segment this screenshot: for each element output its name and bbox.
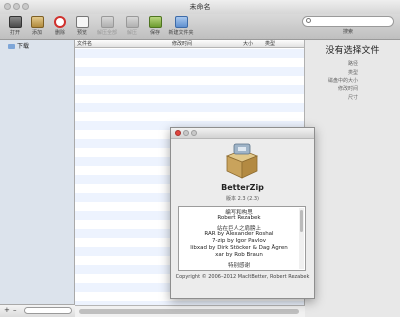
column-kind[interactable]: 类型 xyxy=(265,40,275,47)
info-label-kind: 类型 xyxy=(347,70,358,76)
toolbar: 打开 添加 删除 预览 解压全部 解压 保存 新建文件夹 搜索 xyxy=(0,14,400,40)
about-app-name: BetterZip xyxy=(221,183,264,192)
extract-button[interactable]: 解压 xyxy=(120,16,144,38)
betterzip-logo-icon xyxy=(225,143,259,179)
sidebar-item-label: 下载 xyxy=(17,43,30,50)
new-folder-button[interactable]: 新建文件夹 xyxy=(166,16,196,38)
info-label-modified: 修改时间 xyxy=(337,86,358,92)
info-title: 没有选择文件 xyxy=(325,46,380,56)
filter-field[interactable] xyxy=(24,307,72,314)
credits-line: RAR by Alexander Roshal xyxy=(204,231,274,237)
horizontal-scrollbar[interactable] xyxy=(75,305,305,317)
credits-line: 7-zip by Igor Pavlov xyxy=(212,238,266,244)
delete-button[interactable]: 删除 xyxy=(48,16,72,38)
info-label-path: 路径 xyxy=(347,61,358,67)
info-panel: 没有选择文件 路径 类型 磁盘中的大小 修改时间 尺寸 xyxy=(305,40,400,317)
about-minimize-button[interactable] xyxy=(183,130,189,136)
open-button[interactable]: 打开 xyxy=(3,16,27,38)
credits-line: libxad by Dirk Stöcker & Dag Ågren xyxy=(190,245,288,251)
preview-button[interactable]: 预览 xyxy=(70,16,94,38)
open-label: 打开 xyxy=(9,30,20,36)
credits-scrollbar[interactable] xyxy=(299,208,304,269)
window-title: 未命名 xyxy=(189,3,211,11)
add-button[interactable]: 添加 xyxy=(25,16,49,38)
preview-icon xyxy=(75,16,89,28)
about-copyright: Copyright © 2006–2012 MacItBetter, Rober… xyxy=(175,274,310,280)
credits-scroll-thumb[interactable] xyxy=(300,210,303,232)
info-label-disk-size: 磁盘中的大小 xyxy=(327,78,358,84)
main-window: 未命名 打开 添加 删除 预览 解压全部 解压 保存 新建文件夹 搜索 下载 +… xyxy=(0,0,400,317)
search-icon xyxy=(306,18,311,23)
open-icon xyxy=(8,16,22,28)
sidebar-footer: + – xyxy=(0,304,75,317)
scroll-thumb[interactable] xyxy=(79,309,299,314)
sidebar: 下载 + – xyxy=(0,40,75,317)
title-bar: 未命名 xyxy=(0,0,400,15)
sidebar-item-downloads[interactable]: 下载 xyxy=(8,41,29,50)
extract-all-label: 解压全部 xyxy=(96,30,117,36)
add-label: 添加 xyxy=(31,30,42,36)
credits-heading: 特别感谢 xyxy=(227,263,250,269)
extract-all-button[interactable]: 解压全部 xyxy=(95,16,119,38)
about-title-bar xyxy=(171,128,314,139)
about-version: 版本 2.3 (2.3) xyxy=(226,196,259,202)
extract-icon xyxy=(125,16,139,28)
new-folder-icon xyxy=(174,16,188,28)
column-size[interactable]: 大小 xyxy=(243,40,253,47)
delete-icon xyxy=(54,16,66,28)
about-close-button[interactable] xyxy=(175,130,181,136)
credits-line: xar by Rob Braun xyxy=(215,252,263,258)
add-location-button[interactable]: + xyxy=(4,306,10,314)
preview-label: 预览 xyxy=(76,30,87,36)
search-label: 搜索 xyxy=(342,29,353,35)
credits-box[interactable]: 编写和构思 Robert Rezabek 站在巨人之肩膀上 RAR by Ale… xyxy=(178,206,306,271)
remove-location-button[interactable]: – xyxy=(13,306,17,314)
info-label-dimensions: 尺寸 xyxy=(347,95,358,101)
save-button[interactable]: 保存 xyxy=(143,16,167,38)
extract-label: 解压 xyxy=(126,30,137,36)
column-header: 文件名 修改时间 大小 类型 xyxy=(75,40,304,48)
folder-icon xyxy=(8,44,15,49)
column-modified[interactable]: 修改时间 xyxy=(172,40,192,47)
new-folder-label: 新建文件夹 xyxy=(168,30,194,36)
credits-line: Robert Rezabek xyxy=(217,215,261,221)
delete-label: 删除 xyxy=(54,30,65,36)
extract-all-icon xyxy=(100,16,114,28)
search-field[interactable] xyxy=(302,16,394,27)
add-icon xyxy=(30,16,44,28)
column-name[interactable]: 文件名 xyxy=(77,40,92,47)
about-dialog: BetterZip 版本 2.3 (2.3) 编写和构思 Robert Reza… xyxy=(170,127,315,299)
save-label: 保存 xyxy=(149,30,160,36)
save-icon xyxy=(148,16,162,28)
about-zoom-button[interactable] xyxy=(191,130,197,136)
